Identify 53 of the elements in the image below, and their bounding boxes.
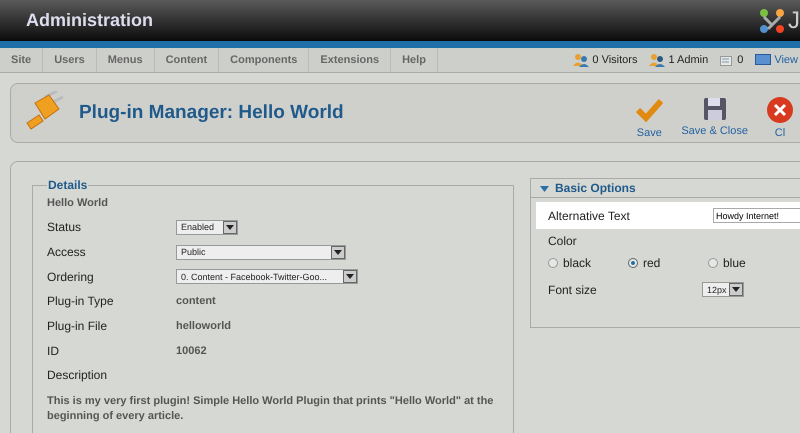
save-close-button[interactable]: Save & Close — [675, 96, 754, 142]
caret-icon — [226, 224, 234, 230]
field-label: Description — [47, 368, 108, 382]
field-label: Font size — [548, 282, 597, 296]
menu-item[interactable]: Site — [0, 48, 44, 72]
menu-item[interactable]: Users — [43, 48, 97, 72]
field-label: Ordering — [47, 270, 95, 284]
page-title: Plug-in Manager: Hello World — [79, 102, 344, 124]
field-label: Access — [47, 245, 87, 260]
close-icon — [766, 96, 794, 124]
caret-icon — [334, 250, 342, 255]
color-radio[interactable]: red — [628, 256, 708, 270]
alt-text-field[interactable]: Howdy Internet! — [713, 208, 800, 223]
field-label: Plug-in Type — [47, 294, 114, 308]
admin-title: Administration — [26, 10, 154, 31]
color-radio[interactable]: black — [548, 256, 628, 270]
users-icon — [649, 53, 666, 67]
save-button[interactable]: Save — [629, 96, 670, 142]
logo-text: J — [788, 6, 800, 34]
select-field[interactable]: Public — [176, 244, 346, 260]
basic-options-toggle[interactable]: Basic Options — [531, 179, 800, 198]
field-value: 10062 — [176, 344, 207, 357]
details-legend: Details — [47, 178, 88, 192]
field-value: helloworld — [176, 320, 231, 332]
close-button[interactable]: Cl — [760, 96, 800, 142]
field-label: ID — [47, 344, 60, 358]
monitor-icon — [755, 54, 772, 66]
menu-item[interactable]: Help — [391, 48, 438, 72]
select-field[interactable]: 12px — [702, 282, 744, 297]
menu-item[interactable]: Extensions — [309, 48, 392, 72]
menu-item[interactable]: Components — [219, 48, 310, 72]
plugin-name: Hello World — [47, 197, 109, 209]
status-count: 0 Visitors — [592, 54, 638, 66]
message-icon — [720, 54, 734, 66]
caret-icon — [732, 287, 740, 292]
menu-item[interactable]: Content — [154, 48, 220, 72]
status-count: 1 Admin — [668, 54, 708, 66]
status-count: 0 — [737, 54, 744, 66]
field-label: Status — [47, 220, 82, 234]
logo-icon — [758, 6, 786, 34]
users-icon — [573, 53, 590, 67]
field-value: content — [176, 295, 216, 308]
checkmark-icon — [635, 96, 664, 124]
select-field[interactable]: 0. Content - Facebook-Twitter-Goo... — [176, 269, 358, 284]
menu-item[interactable]: Menus — [96, 48, 155, 72]
view-site-link[interactable]: View — [774, 54, 798, 66]
field-label: Alternative Text — [548, 208, 630, 222]
color-radio[interactable]: blue — [708, 256, 788, 270]
select-field[interactable]: Enabled — [176, 220, 238, 235]
field-label: Plug-in File — [47, 319, 108, 334]
caret-icon — [346, 274, 354, 280]
field-label: Color — [548, 234, 578, 248]
description-text: This is my very first plugin! Simple Hello World Plugin that prints "Hello World" at the beginning of every article. — [47, 394, 494, 424]
